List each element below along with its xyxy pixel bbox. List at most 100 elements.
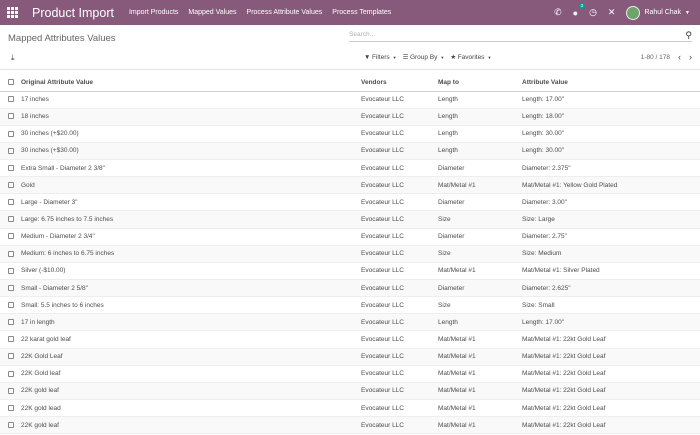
- column-header-attribute-value[interactable]: Attribute Value: [522, 74, 700, 92]
- table-row[interactable]: Medium - Diameter 2 3/4" Evocateur LLC Dia…: [0, 228, 700, 246]
- row-checkbox[interactable]: [8, 319, 14, 326]
- cell-attribute-value: Mat/Metal #1: 22kt Gold Leaf: [522, 330, 700, 349]
- table-row[interactable]: 18 inches Evocateur LLC Length Length: 18.0…: [0, 108, 700, 126]
- table-row[interactable]: 22K gold lead Evocateur LLC Mat/Metal #1 Ma…: [0, 399, 700, 418]
- row-checkbox[interactable]: [8, 164, 14, 171]
- table-row[interactable]: 22K Gold leaf Evocateur LLC Mat/Metal #1 Ma…: [0, 365, 700, 383]
- cell-attribute-value: Diameter: 2.375": [522, 159, 700, 178]
- row-checkbox[interactable]: [8, 250, 14, 257]
- group-by-button[interactable]: ☰ Group By ▼: [403, 53, 445, 62]
- table-row[interactable]: 30 inches (+$20.00) Evocateur LLC Length Le…: [0, 125, 700, 143]
- column-header-map-to[interactable]: Map to: [438, 74, 522, 92]
- row-checkbox[interactable]: [8, 130, 14, 137]
- cell-attribute-value: Mat/Metal #1: 22kt Gold Leaf: [522, 416, 700, 435]
- download-icon[interactable]: ⤓: [11, 53, 15, 63]
- cell-vendor: Evocateur LLC: [361, 296, 438, 315]
- menu-import-products[interactable]: Import Products: [129, 9, 178, 16]
- cell-attribute-value: Length: 30.00": [522, 125, 700, 143]
- row-checkbox-cell: [0, 245, 21, 263]
- row-checkbox[interactable]: [8, 267, 14, 274]
- cell-map-to: Length: [438, 125, 522, 143]
- column-header-original-value[interactable]: Original Attribute Value: [21, 74, 361, 92]
- pager-previous-icon[interactable]: ‹: [678, 52, 681, 62]
- row-checkbox[interactable]: [8, 422, 14, 429]
- select-all-checkbox[interactable]: [8, 79, 14, 86]
- messages-icon[interactable]: ● 3: [573, 2, 586, 18]
- app-title[interactable]: Product Import: [32, 6, 114, 20]
- close-icon[interactable]: ✕: [608, 7, 616, 18]
- apps-menu-icon[interactable]: [0, 0, 25, 25]
- table-row[interactable]: 22K gold leaf Evocateur LLC Mat/Metal #1 Ma…: [0, 416, 700, 435]
- cell-attribute-value: Size: Medium: [522, 245, 700, 263]
- row-checkbox[interactable]: [8, 370, 14, 377]
- table-row[interactable]: Small: 5.5 inches to 6 inches Evocateur L…: [0, 296, 700, 315]
- row-checkbox[interactable]: [8, 199, 14, 206]
- favorites-button[interactable]: ★ Favorites ▼: [450, 53, 492, 62]
- cell-attribute-value: Mat/Metal #1: 22kt Gold Leaf: [522, 348, 700, 366]
- row-checkbox[interactable]: [8, 284, 14, 291]
- cell-attribute-value: Mat/Metal #1: Yellow Gold Plated: [522, 176, 700, 195]
- row-checkbox[interactable]: [8, 182, 14, 189]
- chevron-down-icon: ▼: [487, 54, 492, 60]
- cell-map-to: Mat/Metal #1: [438, 262, 522, 281]
- pager-value[interactable]: 1-80 / 178: [641, 54, 670, 61]
- row-checkbox[interactable]: [8, 147, 14, 154]
- table-row[interactable]: Medium: 6 inches to 6.75 inches Evocateur…: [0, 245, 700, 263]
- search-icon[interactable]: ⚲: [685, 30, 692, 41]
- cell-vendor: Evocateur LLC: [361, 228, 438, 246]
- cell-vendor: Evocateur LLC: [361, 176, 438, 195]
- row-checkbox-cell: [0, 193, 21, 212]
- row-checkbox[interactable]: [8, 96, 14, 103]
- user-name[interactable]: Rahul Chak: [644, 9, 681, 16]
- phone-icon[interactable]: ✆: [554, 7, 562, 18]
- cell-map-to: Mat/Metal #1: [438, 176, 522, 195]
- table-row[interactable]: Extra Small - Diameter 2 3/8" Evocateur L…: [0, 159, 700, 178]
- table-row[interactable]: 17 inches Evocateur LLC Length Length: 17.0…: [0, 91, 700, 109]
- table-row[interactable]: Gold Evocateur LLC Mat/Metal #1 Mat/Metal #…: [0, 176, 700, 195]
- activity-clock-icon[interactable]: ◷: [589, 7, 597, 18]
- row-checkbox[interactable]: [8, 113, 14, 120]
- cell-attribute-value: Mat/Metal #1: 22kt Gold Leaf: [522, 399, 700, 418]
- cell-attribute-value: Mat/Metal #1: 22kt Gold Leaf: [522, 365, 700, 383]
- table-row[interactable]: 17 in length Evocateur LLC Length Length: 1…: [0, 313, 700, 332]
- user-menu-caret-icon[interactable]: ▼: [685, 10, 690, 16]
- cell-original-value: 22K Gold leaf: [21, 365, 361, 383]
- table-row[interactable]: 22K gold leaf Evocateur LLC Mat/Metal #1 Ma…: [0, 382, 700, 401]
- row-checkbox[interactable]: [8, 336, 14, 343]
- search-input[interactable]: [349, 31, 679, 38]
- table-row[interactable]: Large - Diameter 3" Evocateur LLC Diameter…: [0, 193, 700, 212]
- menu-process-attribute-values[interactable]: Process Attribute Values: [247, 9, 323, 16]
- cell-original-value: Large - Diameter 3": [21, 193, 361, 212]
- cell-map-to: Diameter: [438, 193, 522, 212]
- chevron-down-icon: ▼: [392, 54, 397, 60]
- table-row[interactable]: Silver (-$10.00) Evocateur LLC Mat/Metal #…: [0, 262, 700, 281]
- cell-original-value: 22K Gold Leaf: [21, 348, 361, 366]
- row-checkbox-cell: [0, 313, 21, 332]
- row-checkbox[interactable]: [8, 216, 14, 223]
- table-row[interactable]: 30 inches (+$30.00) Evocateur LLC Length Le…: [0, 142, 700, 161]
- row-checkbox[interactable]: [8, 302, 14, 309]
- table-row[interactable]: Large: 6.75 inches to 7.5 inches Evocateu…: [0, 210, 700, 229]
- cell-attribute-value: Size: Large: [522, 210, 700, 229]
- row-checkbox-cell: [0, 228, 21, 246]
- cell-original-value: 22K gold leaf: [21, 382, 361, 401]
- filters-button[interactable]: ▼ Filters ▼: [364, 53, 397, 61]
- column-header-vendors[interactable]: Vendors: [361, 74, 438, 92]
- cell-attribute-value: Length: 17.00": [522, 313, 700, 332]
- table-row[interactable]: 22 karat gold leaf Evocateur LLC Mat/Metal…: [0, 330, 700, 349]
- row-checkbox[interactable]: [8, 387, 14, 394]
- row-checkbox[interactable]: [8, 353, 14, 360]
- user-avatar[interactable]: [626, 5, 641, 20]
- cell-attribute-value: Size: Small: [522, 296, 700, 315]
- cell-original-value: Gold: [21, 176, 361, 195]
- menu-mapped-values[interactable]: Mapped Values: [188, 9, 236, 16]
- menu-process-templates[interactable]: Process Templates: [332, 9, 391, 16]
- pager-next-icon[interactable]: ›: [689, 52, 692, 62]
- row-checkbox[interactable]: [8, 233, 14, 240]
- table-row[interactable]: 22K Gold Leaf Evocateur LLC Mat/Metal #1 Ma…: [0, 348, 700, 366]
- chevron-down-icon: ▼: [440, 54, 445, 60]
- row-checkbox[interactable]: [8, 404, 14, 411]
- top-navbar: Product Import Import Products Mapped Va…: [0, 0, 700, 25]
- cell-attribute-value: Length: 17.00": [522, 91, 700, 109]
- table-row[interactable]: Small - Diameter 2 5/8" Evocateur LLC Diam…: [0, 279, 700, 298]
